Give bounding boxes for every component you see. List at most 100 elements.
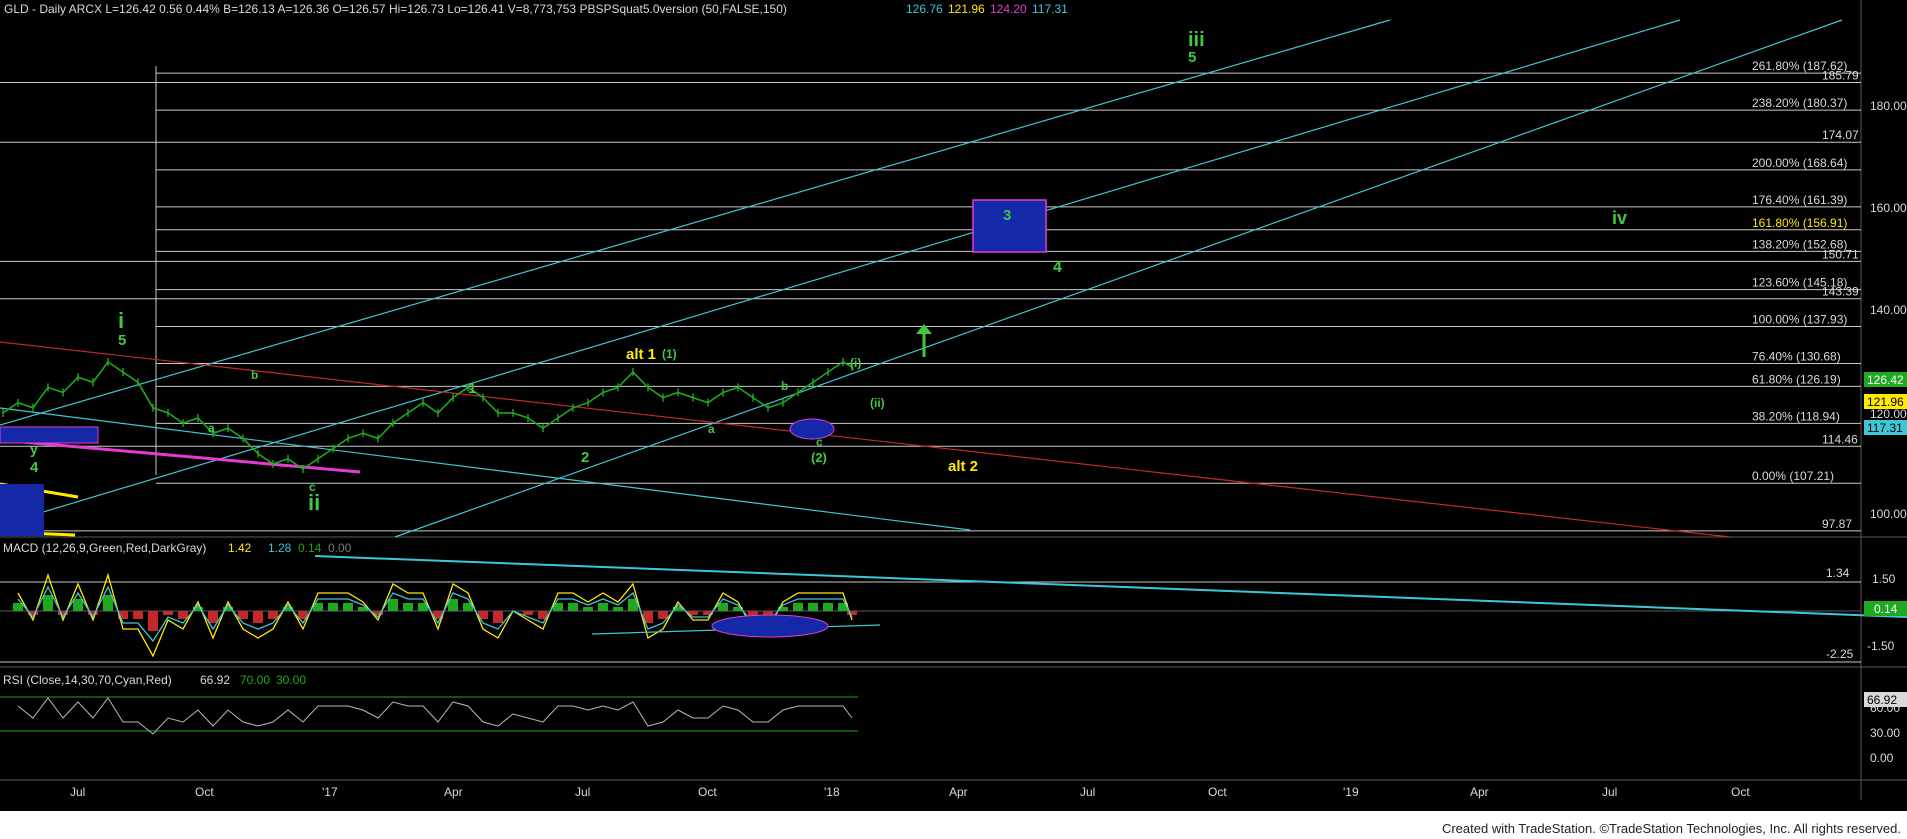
macd-hist-bar-3 [43, 595, 53, 611]
macd-tick-minus-1.50: -1.50 [1867, 639, 1895, 653]
macd-label: MACD (12,26,9,Green,Red,DarkGray) [3, 541, 206, 555]
macd-hist-bar-14 [208, 611, 218, 623]
macd-hist-bar-53 [793, 603, 803, 611]
wave-label-paren-1: (1) [662, 347, 677, 361]
support-box-bottom-left [0, 484, 44, 536]
rsi-badge: 66.92 [1867, 693, 1897, 707]
fib-label-15: 114.46 [1822, 432, 1858, 446]
fib-label-8: 138.20% (152.68) [1752, 237, 1847, 251]
price-tick-120: 120.00 [1870, 407, 1907, 421]
x-tick-17: '17 [322, 785, 338, 799]
fib-label-13: 61.80% (126.19) [1752, 372, 1841, 386]
fib-label-5: 176.40% (161.39) [1752, 193, 1847, 207]
x-tick-oct-17: Oct [698, 785, 717, 799]
macd-hist-bar-33 [493, 611, 503, 623]
support-box-left [0, 426, 99, 444]
rsi-value-2: 70.00 [240, 673, 270, 687]
fib-label-14: 38.20% (118.94) [1752, 409, 1840, 423]
macd-value-1: 1.42 [228, 541, 252, 555]
fib-label-12: 76.40% (130.68) [1752, 350, 1841, 364]
wave-label-i: i [118, 308, 124, 333]
wave-label-a-1: a [208, 421, 215, 435]
rsi-tick-30: 30.00 [1870, 726, 1900, 740]
macd-hist-bar-57 [847, 611, 857, 615]
header-value-4: 117.31 [1032, 2, 1068, 16]
header-symbol-line: GLD - Daily ARCX L=126.42 0.56 0.44% B=1… [4, 2, 787, 16]
wave-label-paren-i: (i) [850, 356, 861, 370]
x-tick-oct-19: Oct [1731, 785, 1750, 799]
wave-label-alt2: alt 2 [948, 458, 978, 475]
macd-hist-bar-55 [823, 603, 833, 611]
macd-hist-bar-23 [343, 603, 353, 611]
x-tick-18: '18 [824, 785, 840, 799]
macd-hist-bar-38 [568, 603, 578, 611]
badge-last-price: 126.42 [1867, 373, 1904, 387]
fib-label-2: 238.20% (180.37) [1752, 96, 1847, 110]
macd-value-4: 0.00 [328, 541, 352, 555]
wave-label-4-left: 4 [30, 459, 39, 476]
macd-hist-bar-9 [133, 611, 143, 619]
wave-label-4: 4 [1053, 259, 1062, 276]
x-tick-apr-19: Apr [1470, 785, 1489, 799]
header-value-2: 121.96 [948, 2, 985, 16]
x-tick-apr-18: Apr [949, 785, 968, 799]
x-tick-jul-16: Jul [70, 785, 85, 799]
macd-value-3: 0.14 [298, 541, 322, 555]
x-tick-jul-17: Jul [575, 785, 590, 799]
rsi-tick-0: 0.00 [1870, 751, 1894, 765]
wave-label-3: 3 [1003, 207, 1011, 224]
macd-hist-bar-26 [388, 599, 398, 611]
macd-hist-bar-22 [328, 603, 338, 611]
price-tick-180: 180.00 [1870, 99, 1907, 113]
macd-hist-bar-27 [403, 603, 413, 611]
fib-label-17: 97.87 [1822, 517, 1852, 531]
macd-hist-bar-17 [253, 611, 263, 623]
credit-bar: Created with TradeStation. ©TradeStation… [0, 811, 1907, 839]
wave-label-y: y [30, 441, 38, 457]
macd-tick-minus-2.25: -2.25 [1826, 647, 1854, 661]
wave-label-2: 2 [581, 449, 589, 466]
fib-label-10: 143.39 [1822, 285, 1859, 299]
credit-text: Created with TradeStation. ©TradeStation… [1441, 821, 1901, 836]
wave-label-iii: iii [1188, 29, 1205, 51]
x-tick-oct-18: Oct [1208, 785, 1227, 799]
wave-label-iv: iv [1612, 208, 1627, 228]
wave-2-ellipse [789, 418, 835, 440]
x-tick-jul-18: Jul [1080, 785, 1095, 799]
fib-label-16: 0.00% (107.21) [1752, 469, 1834, 483]
rsi-value-3: 30.00 [276, 673, 306, 687]
header-value-1: 126.76 [906, 2, 943, 16]
price-tick-160: 160.00 [1870, 201, 1907, 215]
rsi-label: RSI (Close,14,30,70,Cyan,Red) [3, 673, 172, 687]
x-tick-apr-17: Apr [444, 785, 463, 799]
wave-label-i-5: 5 [118, 332, 126, 349]
gld-chart: GLD - Daily ARCX L=126.42 0.56 0.44% B=1… [0, 0, 1907, 839]
rsi-value-1: 66.92 [200, 673, 230, 687]
wave-label-c-2: c [816, 435, 823, 449]
wave-label-ii-c: c [309, 480, 316, 494]
wave-label-paren-2: (2) [811, 450, 827, 465]
wave-label-b-1: b [251, 368, 258, 382]
badge-yellow: 121.96 [1867, 395, 1904, 409]
x-tick-jul-19: Jul [1602, 785, 1617, 799]
fib-label-3: 174.07 [1822, 128, 1859, 142]
badge-cyan: 117.31 [1867, 421, 1903, 435]
macd-tick-1.34: 1.34 [1826, 566, 1850, 580]
fib-label-6: 161.80% (156.91) [1752, 216, 1847, 230]
macd-hist-bar-54 [808, 603, 818, 611]
fib-label-4: 200.00% (168.64) [1752, 156, 1847, 170]
price-tick-140: 140.00 [1870, 303, 1907, 317]
wave-label-a-2: a [708, 422, 715, 436]
wave-label-1: 1 [468, 380, 476, 397]
macd-tick-1.50: 1.50 [1872, 572, 1896, 586]
macd-hist-bar-41 [613, 607, 623, 611]
macd-hist-bar-39 [583, 607, 593, 611]
macd-hist-bar-7 [103, 595, 113, 611]
x-tick-19: '19 [1343, 785, 1359, 799]
macd-hist-bar-5 [73, 599, 83, 611]
macd-divergence-ellipse [711, 614, 829, 638]
fib-label-11: 100.00% (137.93) [1752, 313, 1847, 327]
macd-hist-bar-10 [148, 611, 158, 631]
macd-hist-bar-11 [163, 611, 173, 615]
price-badges: 126.42 121.96 117.31 [1864, 372, 1907, 435]
